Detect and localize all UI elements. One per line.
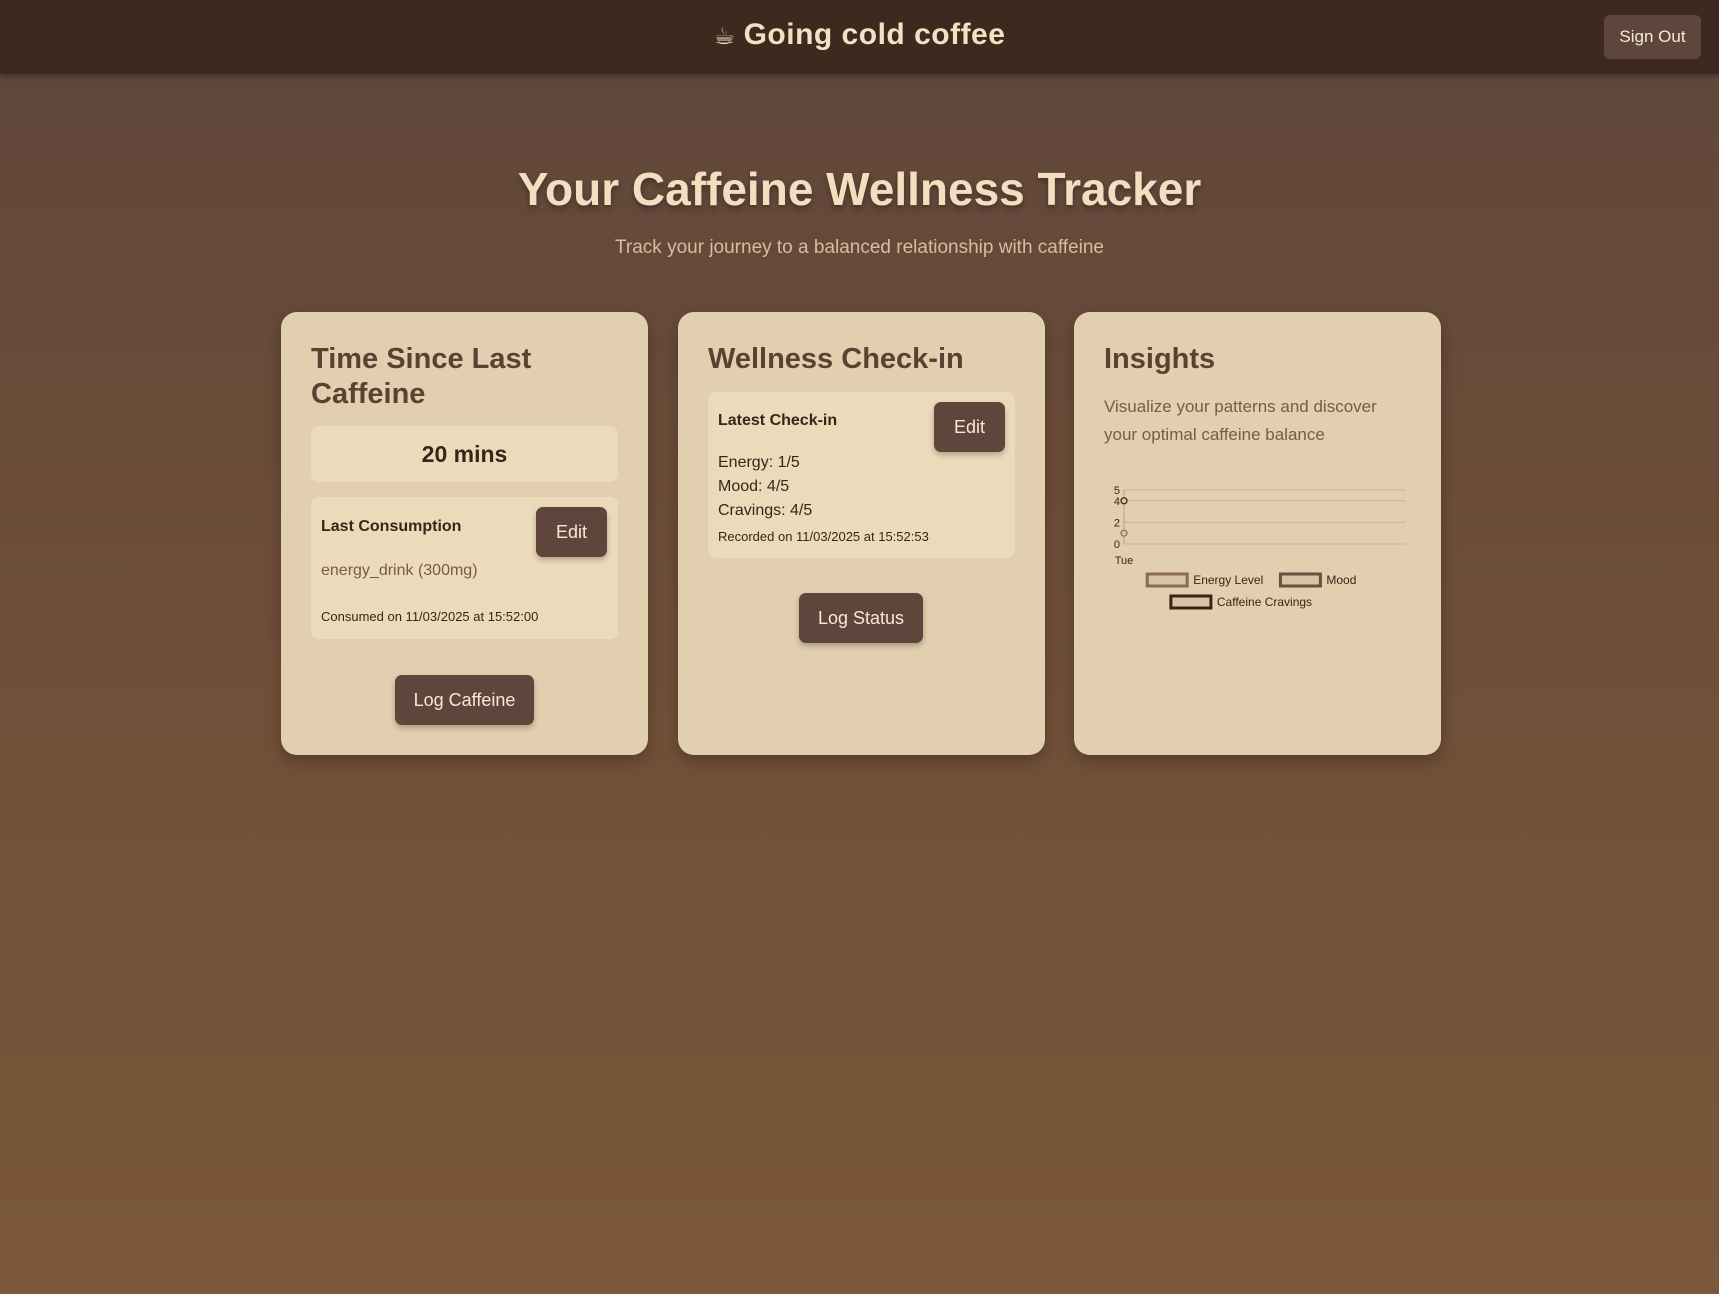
legend-swatch (1145, 572, 1189, 588)
insights-title: Insights (1104, 343, 1216, 375)
insights-chart: 0 2 45 Tue Energy Level Mood Caffeine Cravings (1114, 485, 1406, 610)
log-status-button[interactable]: Log Status (799, 593, 923, 643)
y-tick-label: 5 (1114, 485, 1120, 497)
time-since-card: Time Since Last Caffeine 20 mins Last Co… (281, 312, 648, 755)
insights-card: Insights Visualize your patterns and dis… (1074, 312, 1441, 755)
x-tick-label: Tue (1115, 555, 1134, 567)
edit-checkin-button[interactable]: Edit (934, 402, 1005, 452)
insights-description: Visualize your patterns and discover you… (1104, 397, 1377, 444)
y-tick-label: 2 (1114, 517, 1120, 529)
legend-label: Mood (1326, 573, 1356, 587)
wellness-title: Wellness Check-in (708, 343, 964, 375)
page-subtitle: Track your journey to a balanced relatio… (615, 237, 1104, 258)
y-tick-label: 0 (1114, 539, 1120, 551)
legend-swatch (1169, 594, 1213, 610)
wellness-card: Wellness Check-in Latest Check-in Edit E… (678, 312, 1045, 755)
time-since-title: Time Since Last Caffeine (311, 343, 532, 410)
energy-value: Energy: 1/5 (718, 454, 800, 471)
y-tick-label: 4 (1114, 496, 1120, 508)
legend-label: Energy Level (1193, 573, 1263, 587)
page-title: Your Caffeine Wellness Tracker (517, 163, 1202, 215)
data-point-caffeine-cravings (1120, 497, 1128, 505)
edit-consumption-button[interactable]: Edit (536, 507, 607, 557)
legend-label: Caffeine Cravings (1217, 595, 1312, 609)
latest-checkin-panel: Latest Check-in Edit Energy: 1/5 Mood: 4… (708, 392, 1015, 558)
last-consumption-panel: Last Consumption Edit energy_drink (300m… (311, 497, 618, 639)
recorded-timestamp: Recorded on 11/03/2025 at 15:52:53 (718, 529, 929, 544)
elapsed-time: 20 mins (311, 426, 618, 482)
last-consumption-label: Last Consumption (321, 518, 462, 535)
consumed-timestamp: Consumed on 11/03/2025 at 15:52:00 (321, 609, 539, 624)
app-title: ☕ Going cold coffee (0, 18, 1719, 52)
legend-swatch (1278, 572, 1322, 588)
coffee-cup-icon: ☕ (713, 22, 736, 50)
app-title-text: Going cold coffee (743, 18, 1006, 51)
cravings-value: Cravings: 4/5 (718, 502, 813, 519)
log-caffeine-button[interactable]: Log Caffeine (395, 675, 534, 725)
drink-detail: energy_drink (300mg) (321, 562, 478, 579)
data-point-energy-level (1120, 529, 1128, 537)
mood-value: Mood: 4/5 (718, 478, 790, 495)
top-bar: ☕ Going cold coffee Sign Out (0, 0, 1719, 74)
latest-checkin-label: Latest Check-in (718, 412, 838, 429)
sign-out-button[interactable]: Sign Out (1604, 15, 1701, 59)
